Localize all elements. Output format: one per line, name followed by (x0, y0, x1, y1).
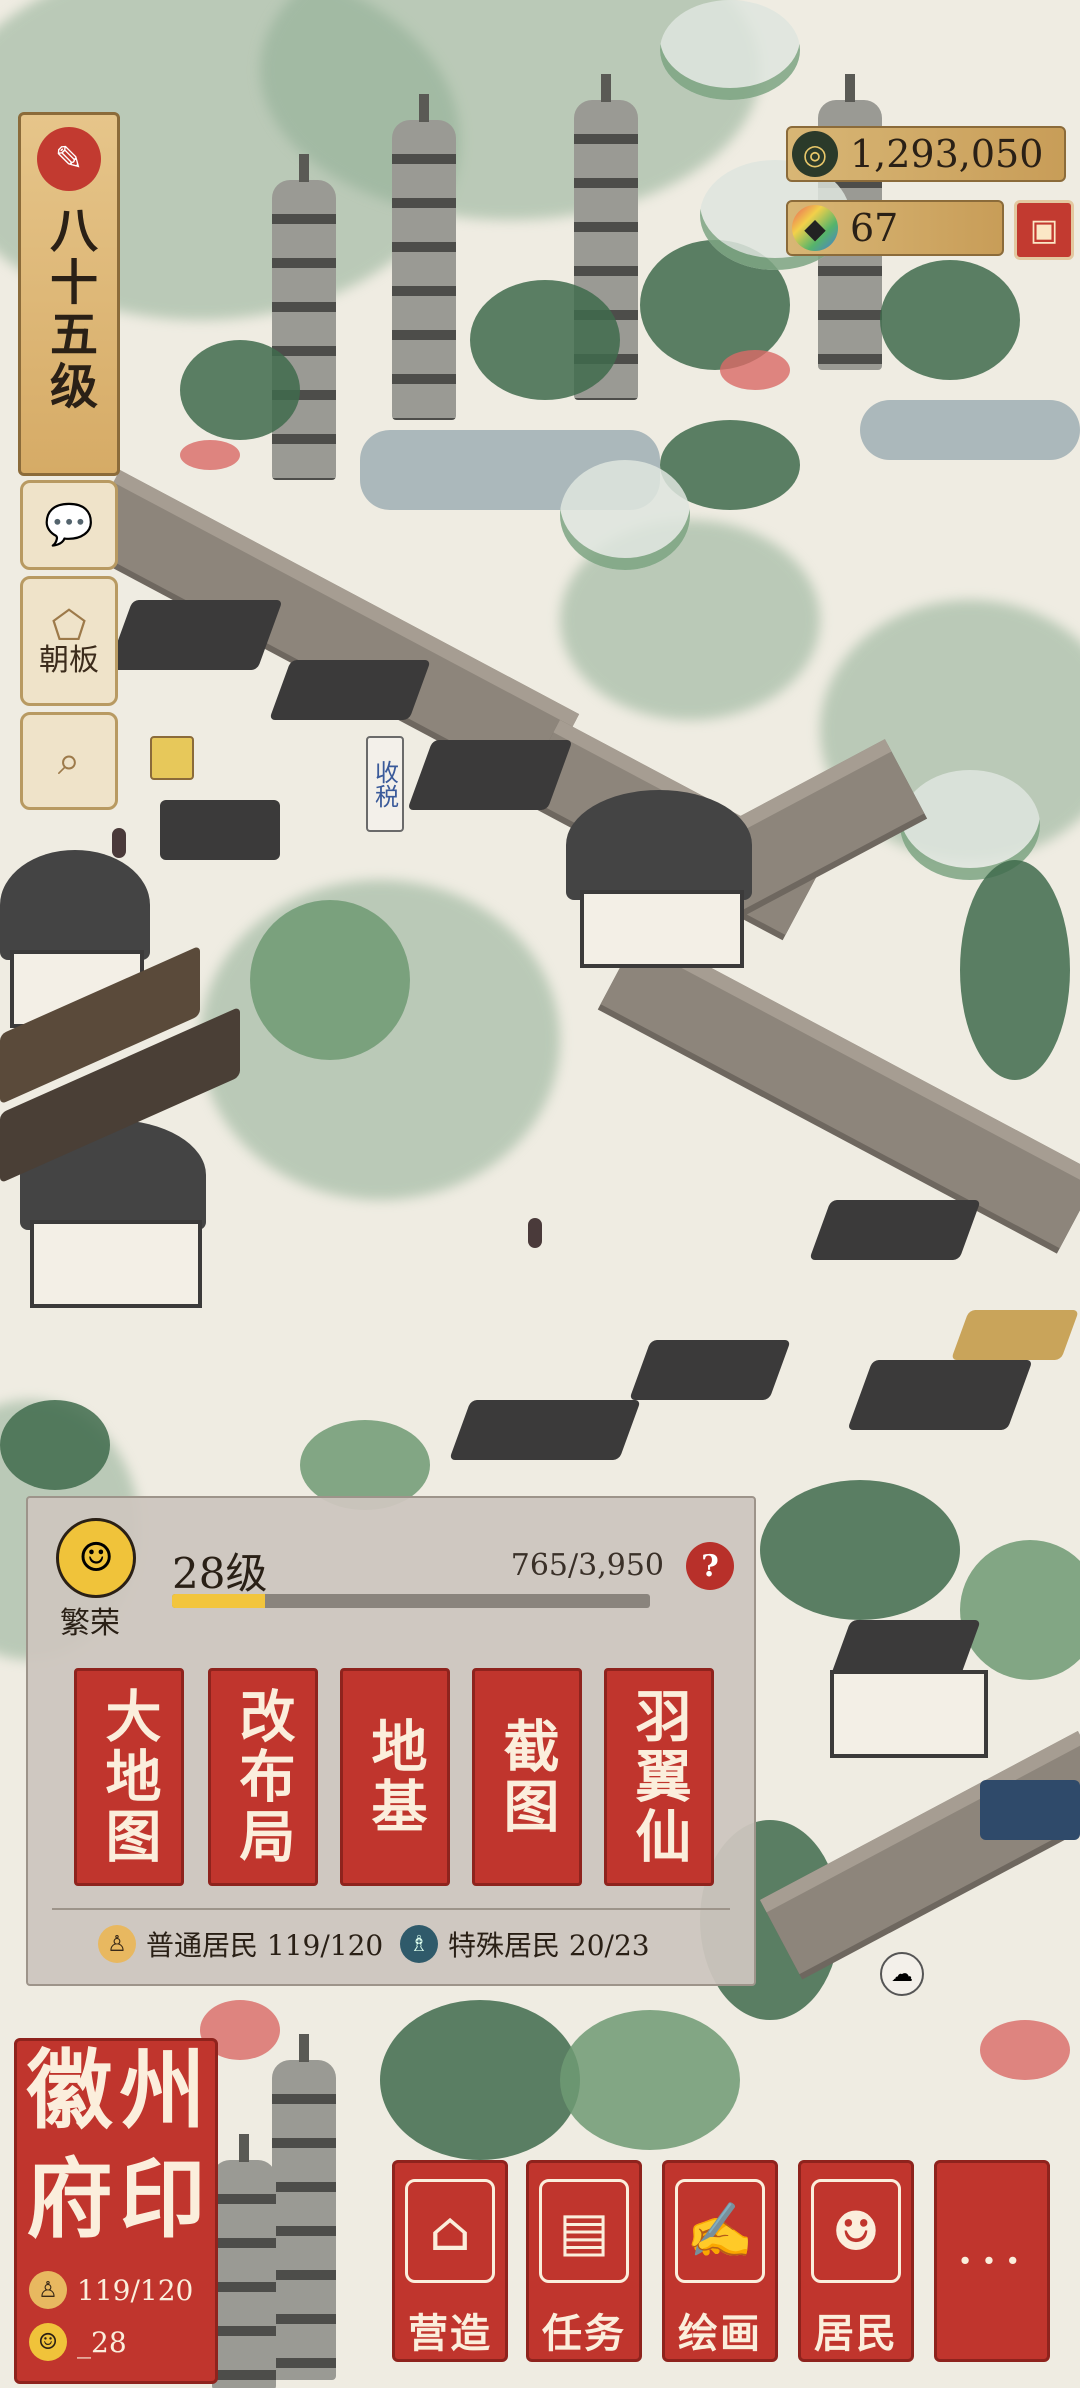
prosperity-level: 28级 (172, 1549, 268, 1598)
building-roof[interactable] (160, 800, 280, 860)
seal-title: 徽 州 府 印 (26, 2040, 206, 2250)
prosperity-label: 繁荣 (60, 1606, 120, 1641)
city-level-label: 八十五级 (41, 205, 97, 413)
special-residents: ♗ 特殊居民 20/23 (400, 1924, 650, 1964)
building-roof[interactable] (107, 600, 283, 670)
task-book-icon: ▤ (539, 2179, 629, 2283)
chat-icon: 💬 (44, 502, 94, 548)
tree (180, 340, 300, 440)
tree (0, 1400, 110, 1490)
prefecture-seal[interactable]: 徽 州 府 印 ♙ 119/120 ☺ _28 (14, 2038, 218, 2384)
divider (52, 1908, 730, 1910)
pagoda[interactable] (272, 2060, 336, 2380)
house[interactable] (830, 1670, 988, 1758)
resident-icon: ♙ (29, 2271, 67, 2309)
prosperity-panel: ☺ 繁荣 28级 765/3,950 ? 大地图 改布局 地基 截图 羽翼仙 ♙… (26, 1496, 756, 1986)
seal-prosperity: ☺ _28 (29, 2323, 127, 2361)
tree (380, 2000, 580, 2160)
building-roof[interactable] (269, 660, 431, 720)
prosperity-face-icon: ☺ (56, 1518, 136, 1598)
brush-logo-icon: ✎ (37, 127, 101, 191)
pagoda[interactable] (212, 2160, 276, 2388)
help-button[interactable]: ? (686, 1542, 734, 1590)
blossom (180, 440, 240, 470)
painting-scroll-icon: ✍ (675, 2179, 765, 2283)
city-level-badge[interactable]: ✎ 八十五级 (18, 112, 120, 476)
feather-immortal-button[interactable]: 羽翼仙 (604, 1668, 714, 1886)
chat-button[interactable]: 💬 (20, 480, 118, 570)
prosperity-xp: 765/3,950 (510, 1548, 664, 1583)
snowy-tree (660, 0, 800, 100)
blossom (720, 350, 790, 390)
build-icon: ⌂ (405, 2179, 495, 2283)
hammer-icon[interactable] (150, 736, 194, 780)
granary-wall (580, 890, 744, 968)
board-label: 朝板 (39, 643, 99, 678)
collect-tax-tag[interactable]: 收税 (366, 736, 404, 832)
villager[interactable] (528, 1218, 542, 1248)
prosperity-face-icon: ☺ (29, 2323, 67, 2361)
gem-counter[interactable]: ◆ 67 (786, 200, 1004, 256)
screenshot-button[interactable]: 截图 (472, 1668, 582, 1886)
villager[interactable] (112, 828, 126, 858)
search-house-icon: ⌕ (57, 738, 81, 784)
building-roof[interactable] (809, 1200, 981, 1260)
pagoda[interactable] (392, 120, 456, 420)
search-building-button[interactable]: ⌕ (20, 712, 118, 810)
more-button[interactable]: ··· (934, 2160, 1050, 2362)
thought-bubble-icon[interactable]: ☁ (880, 1952, 924, 1996)
tree (960, 860, 1070, 1080)
seal-residents: ♙ 119/120 (29, 2271, 193, 2309)
coin-amount: 1,293,050 (850, 132, 1044, 176)
world-map-button[interactable]: 大地图 (74, 1668, 184, 1886)
normal-residents: ♙ 普通居民 119/120 (98, 1924, 383, 1964)
residents-button[interactable]: ☻ 居民 (798, 2160, 914, 2362)
tree (250, 900, 410, 1060)
more-icon: ··· (956, 2228, 1028, 2294)
coin-counter[interactable]: ◎ 1,293,050 (786, 126, 1066, 182)
gem-icon: ◆ (792, 205, 838, 251)
pond (860, 400, 1080, 460)
special-resident-icon: ♗ (400, 1925, 438, 1963)
pagoda[interactable] (272, 180, 336, 480)
coin-icon: ◎ (792, 131, 838, 177)
tree (760, 1480, 960, 1620)
prosperity-progress-bar (172, 1594, 650, 1608)
foundation-button[interactable]: 地基 (340, 1668, 450, 1886)
snowy-tree (560, 460, 690, 570)
tree (560, 2010, 740, 2150)
building-roof[interactable] (847, 1360, 1033, 1430)
granary[interactable] (0, 850, 150, 960)
building-roof[interactable] (980, 1780, 1080, 1840)
building-roof[interactable] (950, 1310, 1080, 1360)
game-map[interactable]: 收税 ☁ (0, 0, 1080, 2388)
building-roof[interactable] (407, 740, 573, 810)
granary[interactable] (566, 790, 752, 900)
tree (880, 260, 1020, 380)
mailbox-icon[interactable]: ▣ (1014, 200, 1074, 260)
prosperity-progress-fill (172, 1594, 265, 1608)
normal-resident-icon: ♙ (98, 1925, 136, 1963)
building-roof[interactable] (629, 1340, 791, 1400)
tasks-button[interactable]: ▤ 任务 (526, 2160, 642, 2362)
painting-button[interactable]: ✍ 绘画 (662, 2160, 778, 2362)
tree (470, 280, 620, 400)
board-button[interactable]: ⬠ 朝板 (20, 576, 118, 706)
blossom (980, 2020, 1070, 2080)
board-icon: ⬠ (51, 603, 87, 649)
tree (960, 1540, 1080, 1680)
change-layout-button[interactable]: 改布局 (208, 1668, 318, 1886)
build-button[interactable]: ⌂ 营造 (392, 2160, 508, 2362)
granary-wall (30, 1220, 202, 1308)
building-roof[interactable] (449, 1400, 641, 1460)
gem-amount: 67 (850, 206, 899, 250)
resident-icon: ☻ (811, 2179, 901, 2283)
